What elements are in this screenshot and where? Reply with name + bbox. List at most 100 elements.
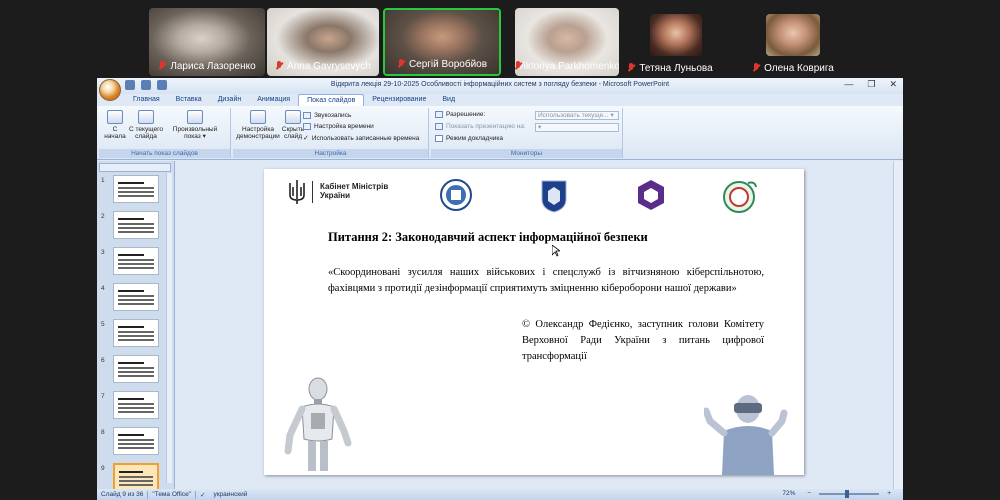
participants-strip: Лариса Лазоренко Anna Gavrysevych Сергій… [0, 0, 1000, 78]
from-start-button[interactable]: С начала [103, 110, 127, 140]
slide-thumbnail-pane: 1 2 3 4 5 6 7 8 9 [97, 161, 175, 491]
maximize-button[interactable]: ❐ [867, 79, 875, 90]
thumbnail-number: 7 [101, 393, 105, 400]
tab-design[interactable]: Дизайн [210, 94, 250, 106]
tab-home[interactable]: Главная [125, 94, 168, 106]
participant-tile[interactable]: Anna Gavrysevych [267, 8, 379, 76]
slide-editing-area: Кабінет Міністрів України Питання 2: Зак… [176, 161, 903, 489]
group-label: Начать показ слайдов [99, 149, 230, 158]
ribbon-tabs: Главная Вставка Дизайн Анимация Показ сл… [125, 94, 463, 106]
mic-muted-icon [275, 61, 284, 71]
close-button[interactable]: ✕ [889, 79, 897, 90]
slideshow-icon [138, 110, 154, 124]
use-timings-checkbox[interactable]: ✓ Использовать записанные времена [303, 134, 419, 143]
ribbon: С начала С текущего слайда Произвольный … [97, 106, 903, 160]
theme-name: "Тема Office" [152, 491, 191, 498]
language-indicator[interactable]: украинский [209, 491, 251, 498]
thumbnail-number: 1 [101, 177, 105, 184]
group-label: Настройка [233, 149, 428, 158]
slide-thumbnail[interactable] [113, 355, 159, 383]
hide-slide-icon [285, 110, 301, 124]
vr-headset-person-illustration [704, 395, 788, 475]
monitor-icon [435, 123, 443, 130]
participant-label: Олена Коврига [735, 61, 851, 75]
slide-thumbnail[interactable] [113, 175, 159, 203]
divider [312, 181, 313, 203]
title-bar: Відкрита лекція 29-10-2025 Особливості і… [97, 78, 903, 101]
window-title: Відкрита лекція 29-10-2025 Особливості і… [330, 81, 670, 88]
mic-muted-icon [627, 63, 636, 73]
mic-muted-icon [752, 63, 761, 73]
show-on-label: Показать презентацию на: [435, 123, 526, 130]
rehearse-timings-button[interactable]: Настройка времени [303, 123, 374, 130]
checkbox-icon [435, 135, 443, 142]
participant-tile-active-speaker[interactable]: Сергій Воробйов [383, 8, 501, 76]
tab-slide-show[interactable]: Показ слайдов [298, 94, 365, 106]
participant-name: Лариса Лазоренко [170, 60, 256, 72]
setup-show-button[interactable]: Настройка демонстрации [235, 110, 281, 140]
round-emblem-icon [723, 181, 757, 213]
microphone-icon [303, 112, 311, 119]
resolution-select[interactable]: Использовать текуще... ▾ [535, 111, 619, 120]
participant-name: Олена Коврига [764, 62, 834, 74]
custom-show-button[interactable]: Произвольный показ ▾ [169, 110, 221, 140]
status-bar: Слайд 9 из 36 "Тема Office" ✓ украинский… [97, 489, 903, 500]
participant-avatar[interactable] [766, 14, 820, 56]
record-narration-button[interactable]: Звукозапись [303, 112, 351, 119]
outline-slides-tabs[interactable] [99, 163, 171, 172]
presenter-view-checkbox[interactable]: Режим докладчика [435, 135, 503, 142]
show-on-select[interactable]: ▾ [535, 123, 619, 132]
thumbnail-number: 4 [101, 285, 105, 292]
cabinet-title: Кабінет Міністрів України [320, 182, 389, 200]
from-current-button[interactable]: С текущего слайда [129, 110, 163, 140]
thumbnail-number: 5 [101, 321, 105, 328]
checkmark-icon: ✓ [303, 135, 309, 142]
slide-quote: «Скоординовані зусилля наших військових … [328, 267, 764, 294]
setup-icon [250, 110, 266, 124]
robot-illustration [284, 377, 352, 471]
shield-emblem-icon [541, 180, 567, 213]
slide-counter: Слайд 9 из 36 [101, 491, 144, 498]
thumbnail-number: 2 [101, 213, 105, 220]
zoom-slider[interactable] [819, 489, 880, 498]
thumbnail-scrollbar[interactable] [166, 173, 172, 483]
powerpoint-window: Відкрита лекція 29-10-2025 Особливості і… [97, 78, 903, 500]
tab-animation[interactable]: Анимация [249, 94, 298, 106]
slide-thumbnail[interactable] [113, 427, 159, 455]
zoom-level[interactable]: 72% [778, 490, 799, 497]
resolution-label: Разрешение: [435, 111, 485, 118]
slide-scrollbar[interactable] [893, 161, 903, 489]
slide-thumbnail[interactable] [113, 319, 159, 347]
slide-thumbnail[interactable] [113, 211, 159, 239]
slide-attribution: © Олександр Федієнко, заступник голови К… [522, 319, 764, 362]
participant-avatar[interactable] [650, 14, 702, 56]
slide-thumbnail[interactable] [113, 247, 159, 275]
zoom-in-button[interactable]: + [883, 490, 895, 497]
participant-label: Тетяна Луньова [620, 61, 720, 75]
participant-name: Anna Gavrysevych [287, 60, 371, 72]
clock-icon [303, 123, 311, 130]
thumbnail-number: 3 [101, 249, 105, 256]
slide-thumbnail[interactable] [113, 283, 159, 311]
university-seal-icon [440, 179, 472, 211]
group-setup: Настройка демонстрации Скрыть слайд Звук… [233, 108, 429, 158]
office-button[interactable] [99, 79, 121, 101]
tab-insert[interactable]: Вставка [168, 94, 210, 106]
minimize-button[interactable]: — [844, 79, 853, 90]
slide-thumbnail[interactable] [113, 463, 159, 491]
spellcheck-icon[interactable]: ✓ [196, 491, 209, 499]
slide-thumbnail[interactable] [113, 391, 159, 419]
custom-show-icon [187, 110, 203, 124]
participant-tile[interactable]: Viktoriya Parkhomenko [515, 8, 619, 76]
participant-name: Тетяна Луньова [639, 62, 713, 74]
participant-tile[interactable]: Лариса Лазоренко [149, 8, 265, 76]
slide-heading: Питання 2: Законодавчий аспект інформаці… [328, 230, 648, 244]
current-slide[interactable]: Кабінет Міністрів України Питання 2: Зак… [264, 169, 804, 475]
zoom-slider-thumb[interactable] [845, 489, 850, 498]
tab-view[interactable]: Вид [434, 94, 463, 106]
participant-name: Viktoriya Parkhomenko [517, 60, 619, 72]
tab-review[interactable]: Рецензирование [364, 94, 434, 106]
group-start-slideshow: С начала С текущего слайда Произвольный … [99, 108, 231, 158]
group-label: Мониторы [431, 149, 622, 158]
zoom-out-button[interactable]: − [803, 490, 815, 497]
